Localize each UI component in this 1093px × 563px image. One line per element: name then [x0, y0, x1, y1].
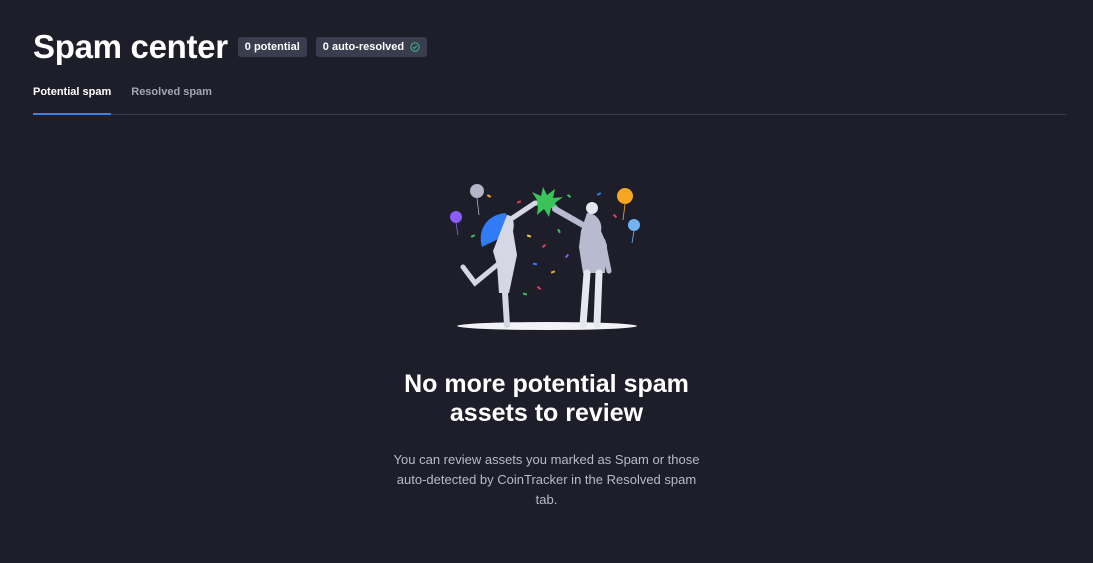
empty-state-title: No more potential spam assets to review	[404, 370, 689, 427]
page-title: Spam center	[33, 28, 228, 65]
tab-potential-spam[interactable]: Potential spam	[33, 78, 112, 115]
page-header: Spam center 0 potential 0 auto-resolved	[33, 27, 428, 67]
empty-state: No more potential spam assets to review …	[0, 175, 1093, 510]
check-circle-icon	[410, 42, 420, 52]
spam-center-page: Spam center 0 potential 0 auto-resolved …	[0, 0, 1093, 563]
tab-resolved-spam[interactable]: Resolved spam	[131, 78, 212, 113]
empty-state-description: You can review assets you marked as Spam…	[393, 452, 700, 507]
celebration-high-five-icon	[449, 184, 640, 330]
auto-resolved-count-label: 0 auto-resolved	[322, 41, 405, 53]
spam-tabs: Potential spam Resolved spam	[33, 78, 1067, 115]
potential-count-badge: 0 potential	[237, 37, 307, 57]
auto-resolved-count-badge: 0 auto-resolved	[315, 37, 428, 57]
potential-count-label: 0 potential	[244, 41, 300, 53]
